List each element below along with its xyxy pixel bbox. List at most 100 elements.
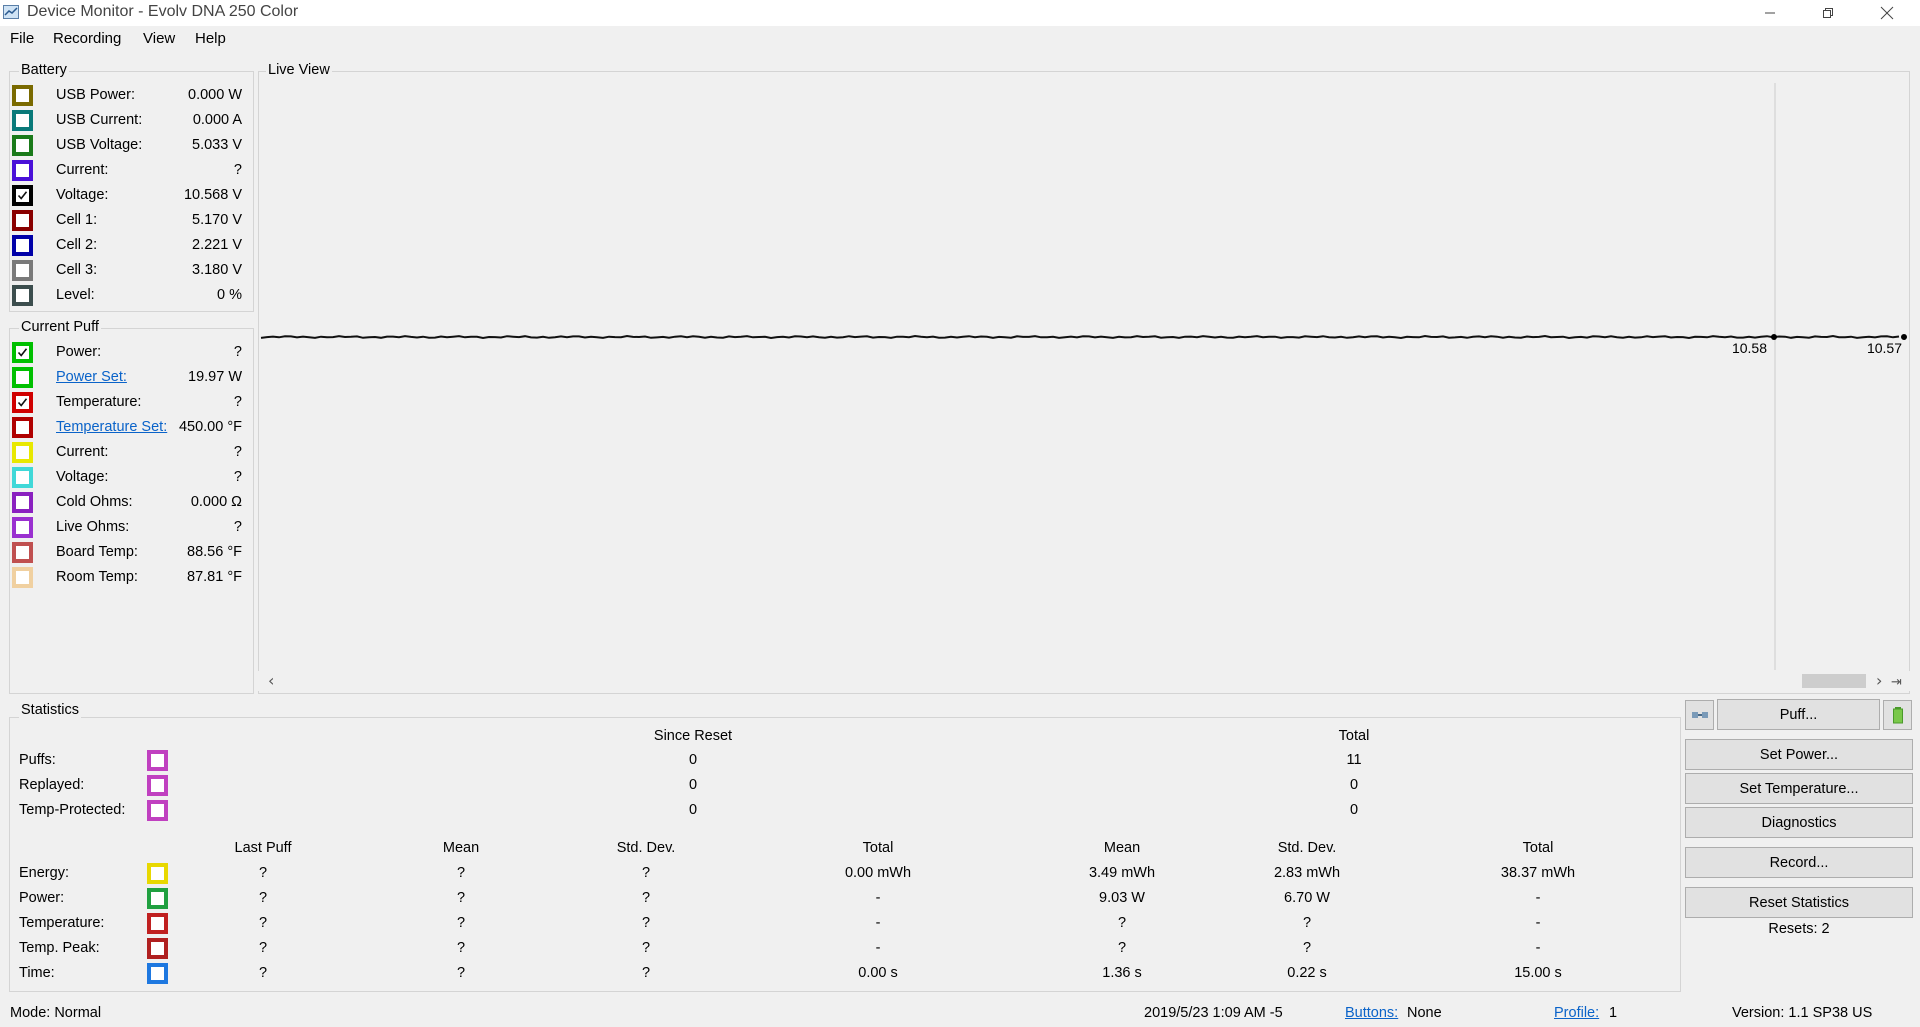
stat-value: -	[875, 890, 881, 906]
metric-value: ?	[233, 344, 242, 360]
live-view-title: Live View	[266, 62, 332, 78]
stat-value: 38.37 mWh	[1500, 865, 1576, 881]
metric-row: Current:?	[12, 160, 242, 181]
puff-button[interactable]: Puff...	[1717, 699, 1880, 730]
live-view-chart[interactable]: 10.58 10.57 ‹ › ⇥	[258, 80, 1910, 692]
stat-label: Time:	[19, 965, 55, 981]
record-button[interactable]: Record...	[1685, 847, 1913, 878]
set-power-button[interactable]: Set Power...	[1685, 739, 1913, 770]
metric-row: USB Power: 0.000 W	[12, 85, 242, 106]
menu-view[interactable]: View	[143, 30, 175, 47]
menu-help[interactable]: Help	[195, 30, 226, 47]
series-checkbox[interactable]	[12, 110, 33, 131]
metric-label: Live Ohms:	[56, 519, 130, 535]
series-checkbox[interactable]	[12, 135, 33, 156]
stat-value: -	[875, 915, 881, 931]
minimize-icon	[1765, 12, 1775, 14]
reset-statistics-button[interactable]: Reset Statistics	[1685, 887, 1913, 918]
metric-row: Temperature Set: 450.00 °F	[12, 417, 242, 438]
metric-value: 5.170 V	[192, 212, 242, 228]
metric-row: Board Temp: 88.56 °F	[12, 542, 242, 563]
menu-recording[interactable]: Recording	[53, 30, 121, 47]
stat-value: ?	[456, 865, 466, 881]
series-checkbox[interactable]	[12, 85, 33, 106]
mode-status: Mode: Normal	[10, 1005, 102, 1021]
title-bar: Device Monitor - Evolv DNA 250 Color	[0, 0, 1920, 26]
stat-label: Puffs:	[19, 752, 56, 768]
profile-link[interactable]: Profile:	[1554, 1005, 1599, 1021]
series-checkbox[interactable]	[12, 517, 33, 538]
column-header: Mean	[1103, 840, 1141, 856]
menu-bar: File Recording View Help	[0, 27, 1920, 51]
metric-label: Voltage:	[56, 187, 109, 203]
stat-label: Replayed:	[19, 777, 85, 793]
restore-button[interactable]	[1799, 0, 1857, 26]
stat-value: 11	[1346, 752, 1362, 768]
metric-row: Cell 3: 3.180 V	[12, 260, 242, 281]
metric-value: ?	[233, 469, 242, 485]
metric-row: Voltage: 10.568 V	[12, 185, 242, 206]
series-checkbox[interactable]	[12, 567, 33, 588]
stat-label: Temp-Protected:	[19, 802, 126, 818]
diagnostics-button[interactable]: Diagnostics	[1685, 807, 1913, 838]
series-checkbox[interactable]	[12, 342, 33, 363]
scroll-end-button[interactable]: ⇥	[1891, 675, 1902, 690]
setting-link[interactable]: Temperature Set:	[56, 419, 167, 435]
metric-label: Temperature:	[56, 394, 142, 410]
stat-value: 0	[688, 777, 698, 793]
metric-value: 3.180 V	[192, 262, 242, 278]
setting-link[interactable]: Power Set:	[56, 369, 127, 385]
marker-point	[1771, 334, 1777, 340]
series-checkbox[interactable]	[12, 285, 33, 306]
metric-row: USB Current: 0.000 A	[12, 110, 242, 131]
stat-checkbox[interactable]	[147, 775, 168, 796]
stat-checkbox[interactable]	[147, 913, 168, 934]
series-checkbox[interactable]	[12, 260, 33, 281]
metric-row: Cell 1: 5.170 V	[12, 210, 242, 231]
series-checkbox[interactable]	[12, 185, 33, 206]
metric-value: 0.000 A	[192, 112, 242, 128]
stat-checkbox[interactable]	[147, 888, 168, 909]
stat-label: Temp. Peak:	[19, 940, 100, 956]
series-checkbox[interactable]	[12, 442, 33, 463]
stat-checkbox[interactable]	[147, 963, 168, 984]
resets-count: Resets: 2	[1768, 921, 1830, 937]
series-checkbox[interactable]	[12, 467, 33, 488]
marker-label: 10.58	[1732, 340, 1767, 356]
series-checkbox[interactable]	[12, 542, 33, 563]
stat-value: -	[1535, 940, 1541, 956]
close-button[interactable]	[1858, 0, 1916, 26]
metric-label: Cell 3:	[56, 262, 98, 278]
metric-label: Cell 2:	[56, 237, 98, 253]
scrollbar-thumb[interactable]	[1802, 674, 1866, 688]
since-reset-header: Since Reset	[653, 728, 733, 744]
series-checkbox[interactable]	[12, 210, 33, 231]
scroll-right-button[interactable]: ›	[1876, 671, 1882, 690]
connect-button[interactable]	[1685, 700, 1714, 730]
stat-checkbox[interactable]	[147, 800, 168, 821]
stat-value: ?	[641, 890, 651, 906]
stat-checkbox[interactable]	[147, 863, 168, 884]
series-checkbox[interactable]	[12, 235, 33, 256]
series-checkbox[interactable]	[12, 160, 33, 181]
stat-value: 9.03 W	[1099, 890, 1145, 906]
stat-checkbox[interactable]	[147, 750, 168, 771]
buttons-link[interactable]: Buttons:	[1345, 1005, 1398, 1021]
metric-value: ?	[233, 519, 242, 535]
series-checkbox[interactable]	[12, 492, 33, 513]
minimize-button[interactable]	[1741, 0, 1799, 26]
stat-checkbox[interactable]	[147, 938, 168, 959]
series-checkbox[interactable]	[12, 367, 33, 388]
scroll-left-button[interactable]: ‹	[268, 671, 274, 690]
set-temperature-button[interactable]: Set Temperature...	[1685, 773, 1913, 804]
menu-file[interactable]: File	[10, 30, 34, 47]
stat-value: ?	[258, 965, 268, 981]
metric-value: 450.00 °F	[178, 419, 242, 435]
series-checkbox[interactable]	[12, 392, 33, 413]
metric-label: Level:	[56, 287, 95, 303]
window-title: Device Monitor - Evolv DNA 250 Color	[27, 3, 299, 20]
column-header: Std. Dev.	[616, 840, 676, 856]
stat-value: ?	[456, 890, 466, 906]
plug-icon	[1691, 712, 1708, 718]
series-checkbox[interactable]	[12, 417, 33, 438]
